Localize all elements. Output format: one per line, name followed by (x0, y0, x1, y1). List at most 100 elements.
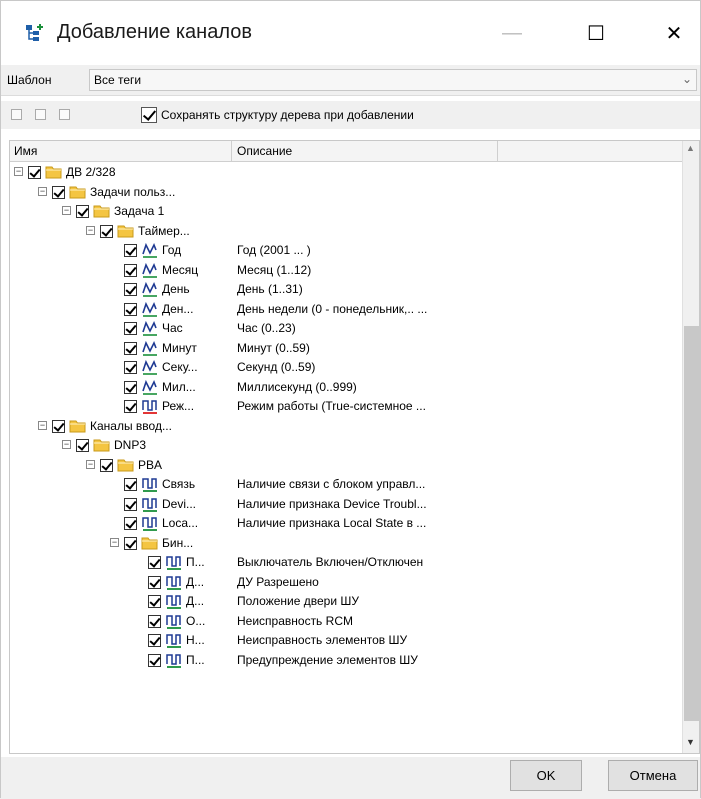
analog-signal-icon (141, 301, 159, 317)
column-separator[interactable] (497, 141, 498, 161)
tree-folder-row[interactable]: − PBA (10, 455, 682, 475)
scroll-up-icon[interactable]: ▲ (686, 143, 695, 153)
tree-folder-row[interactable]: − Таймер... (10, 221, 682, 241)
tree-channel-row[interactable]: Реж... Режим работы (True-системное ... (10, 396, 682, 416)
tree-folder-row[interactable]: − Каналы ввод... (10, 416, 682, 436)
tree-channel-row[interactable]: Д... ДУ Разрешено (10, 572, 682, 592)
row-checkbox[interactable] (148, 614, 161, 628)
tree-channel-row[interactable]: Минут Минут (0..59) (10, 338, 682, 358)
keep-structure-option[interactable]: Сохранять структуру дерева при добавлени… (141, 107, 414, 123)
folder-icon (93, 437, 111, 453)
cancel-button[interactable]: Отмена (608, 760, 698, 791)
tree-channel-row[interactable]: Месяц Месяц (1..12) (10, 260, 682, 280)
tree-folder-row[interactable]: − ДВ 2/328 (10, 162, 682, 182)
column-separator[interactable] (231, 141, 232, 161)
row-checkbox[interactable] (124, 283, 137, 296)
row-checkbox[interactable] (124, 400, 137, 413)
collapse-toggle-icon[interactable]: − (62, 440, 71, 449)
check-all-icon[interactable] (11, 109, 22, 120)
vertical-scrollbar[interactable]: ▲ ▼ (682, 141, 699, 753)
tree-channel-row[interactable]: День День (1..31) (10, 279, 682, 299)
row-checkbox[interactable] (148, 575, 161, 589)
collapse-toggle-icon[interactable]: − (62, 206, 71, 215)
collapse-toggle-icon[interactable]: − (86, 459, 95, 469)
row-checkbox[interactable] (124, 322, 137, 335)
title-bar[interactable]: Добавление каналов — ☐ ✕ (1, 1, 700, 65)
row-name: Таймер... (138, 223, 190, 238)
tree-channel-row[interactable]: Devi... Наличие признака Device Troubl... (10, 494, 682, 514)
tree-folder-row[interactable]: − DNP3 (10, 435, 682, 455)
row-description: День недели (0 - понедельник,.. ... (237, 301, 428, 316)
row-checkbox[interactable] (100, 224, 113, 238)
row-checkbox[interactable] (76, 439, 89, 452)
row-name: Д... (186, 574, 205, 589)
uncheck-all-icon[interactable] (35, 109, 46, 120)
row-description: Минут (0..59) (237, 340, 310, 355)
close-icon: ✕ (665, 22, 683, 45)
row-name: Loca... (162, 516, 199, 530)
keep-structure-checkbox[interactable] (141, 107, 157, 123)
row-name: Минут (162, 340, 197, 355)
tree-channel-row[interactable]: Loca... Наличие признака Local State в ..… (10, 513, 682, 533)
discrete-signal-icon (141, 476, 159, 492)
row-checkbox[interactable] (124, 361, 137, 374)
row-description: Наличие признака Local State в ... (237, 516, 427, 530)
tree-folder-row[interactable]: − Задачи польз... (10, 182, 682, 202)
row-checkbox[interactable] (52, 419, 65, 433)
close-button[interactable]: ✕ (651, 11, 697, 55)
tree-channel-row[interactable]: П... Предупреждение элементов ШУ (10, 650, 682, 670)
row-checkbox[interactable] (148, 634, 161, 647)
collapse-toggle-icon[interactable]: − (86, 225, 95, 235)
tree-channel-row[interactable]: Год Год (2001 ... ) (10, 240, 682, 260)
minimize-icon: — (502, 21, 522, 44)
row-checkbox[interactable] (52, 185, 65, 199)
row-checkbox[interactable] (124, 341, 137, 355)
row-checkbox[interactable] (124, 244, 137, 257)
collapse-toggle-icon[interactable]: − (14, 167, 23, 176)
scroll-down-icon[interactable]: ▼ (686, 737, 695, 747)
column-name[interactable]: Имя (14, 144, 37, 158)
discrete-signal-icon (141, 496, 159, 512)
tree-channel-row[interactable]: П... Выключатель Включен/Отключен (10, 552, 682, 572)
tree-channel-row[interactable]: Ден... День недели (0 - понедельник,.. ..… (10, 299, 682, 319)
row-checkbox[interactable] (148, 556, 161, 569)
row-checkbox[interactable] (76, 205, 89, 218)
tree-channel-row[interactable]: Мил... Миллисекунд (0..999) (10, 377, 682, 397)
column-description[interactable]: Описание (237, 144, 292, 158)
row-checkbox[interactable] (124, 517, 137, 530)
row-checkbox[interactable] (124, 380, 137, 394)
collapse-toggle-icon[interactable]: − (110, 537, 119, 547)
tree-folder-row[interactable]: − Задача 1 (10, 201, 682, 221)
tree-channel-row[interactable]: Час Час (0..23) (10, 318, 682, 338)
collapse-toggle-icon[interactable]: − (38, 420, 47, 430)
minimize-button[interactable]: — (489, 11, 535, 55)
channel-tree[interactable]: Имя Описание − ДВ 2/328 − Задачи польз... − З… (9, 140, 700, 754)
tree-channel-row[interactable]: Связь Наличие связи с блоком управл... (10, 474, 682, 494)
row-checkbox[interactable] (28, 166, 41, 179)
row-name: Секу... (162, 360, 198, 374)
tree-channel-row[interactable]: Секу... Секунд (0..59) (10, 357, 682, 377)
invert-check-icon[interactable] (59, 109, 70, 120)
collapse-toggle-icon[interactable]: − (38, 186, 47, 196)
scrollbar-thumb[interactable] (684, 326, 699, 721)
dialog-window: Добавление каналов — ☐ ✕ Шаблон Все теги… (0, 0, 701, 799)
row-description: Неисправность элементов ШУ (237, 633, 408, 647)
row-checkbox[interactable] (124, 497, 137, 511)
analog-signal-icon (141, 242, 159, 258)
tree-channel-row[interactable]: Н... Неисправность элементов ШУ (10, 630, 682, 650)
tree-channel-row[interactable]: Д... Положение двери ШУ (10, 591, 682, 611)
row-checkbox[interactable] (148, 653, 161, 667)
ok-button[interactable]: OK (510, 760, 582, 791)
template-select[interactable]: Все теги ⌄ (89, 69, 697, 91)
tree-channel-row[interactable]: О... Неисправность RCM (10, 611, 682, 631)
tree-folder-row[interactable]: − Бин... (10, 533, 682, 553)
maximize-button[interactable]: ☐ (573, 11, 619, 55)
row-checkbox[interactable] (124, 536, 137, 550)
discrete-signal-icon (165, 652, 183, 668)
row-checkbox[interactable] (124, 478, 137, 491)
row-description: Наличие связи с блоком управл... (237, 477, 426, 491)
row-checkbox[interactable] (124, 302, 137, 316)
row-checkbox[interactable] (100, 458, 113, 472)
row-checkbox[interactable] (148, 595, 161, 608)
row-checkbox[interactable] (124, 263, 137, 277)
